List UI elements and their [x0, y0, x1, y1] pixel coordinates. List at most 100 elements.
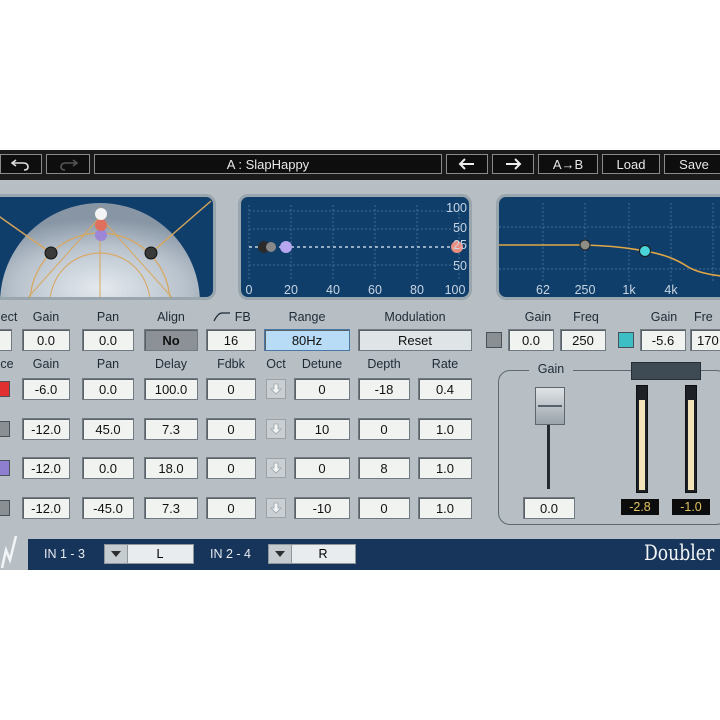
meter-header-bar	[631, 362, 701, 380]
load-button[interactable]: Load	[602, 154, 660, 174]
filter1-freq-label: Freq	[573, 310, 599, 324]
voice-4-color-swatch[interactable]	[0, 500, 10, 516]
arrow-right-icon	[506, 158, 522, 170]
voice-4-pan-node[interactable]	[44, 246, 58, 260]
arrow-down-icon	[270, 383, 282, 395]
voice-4-octave-button[interactable]	[266, 498, 286, 518]
range-field[interactable]: 80Hz	[264, 329, 350, 351]
voice-2-delay-field[interactable]: 7.3	[144, 418, 198, 440]
align-label: Align	[157, 310, 185, 324]
voice-3-rate-field[interactable]: 1.0	[418, 457, 472, 479]
ab-compare-button[interactable]: A→B	[538, 154, 598, 174]
input-2-4-select[interactable]: R	[268, 544, 356, 564]
redo-icon	[60, 159, 78, 171]
voice-1-detune-field[interactable]: 0	[294, 378, 350, 400]
voice-3-fdbk-field[interactable]: 0	[206, 457, 256, 479]
align-button[interactable]: No	[144, 329, 198, 351]
direct-pan-node[interactable]	[95, 208, 107, 220]
voice-1-color-swatch[interactable]	[0, 381, 10, 397]
fb-field[interactable]: 16	[206, 329, 256, 351]
previous-preset-button[interactable]	[446, 154, 488, 174]
fb-label-text: FB	[234, 310, 251, 324]
filter2-gain-label: Gain	[650, 310, 678, 324]
next-preset-button[interactable]	[492, 154, 534, 174]
preset-name-display[interactable]: A : SlapHappy	[94, 154, 442, 174]
voice-1-delay-field[interactable]: 100.0	[144, 378, 198, 400]
voice-3-depth-field[interactable]: 8	[358, 457, 410, 479]
voice-2-pan-node[interactable]	[144, 246, 158, 260]
filter2-freq-field[interactable]: 170	[690, 329, 720, 351]
direct-pan-label: Pan	[96, 310, 120, 324]
eq-node-low[interactable]	[579, 239, 591, 251]
input-1-3-select[interactable]: L	[104, 544, 194, 564]
filter2-enable-swatch[interactable]	[618, 332, 634, 348]
voice-1-depth-field[interactable]: -18	[358, 378, 410, 400]
input-2-4-dropdown-button[interactable]	[269, 545, 292, 563]
voice-2-rate-field[interactable]: 1.0	[418, 418, 472, 440]
voice-3-octave-button[interactable]	[266, 458, 286, 478]
input-1-3-dropdown-button[interactable]	[105, 545, 128, 563]
filter1-gain-field[interactable]: 0.0	[508, 329, 554, 351]
routing-bar: IN 1 - 3 L IN 2 - 4 R Doubler	[28, 539, 720, 570]
voice-rate-col-label: Rate	[431, 357, 459, 371]
voice-2-pan-field[interactable]: 45.0	[82, 418, 134, 440]
modulation-reset-button[interactable]: Reset	[358, 329, 472, 351]
eq-display[interactable]: 62 250 1k 4k	[496, 194, 720, 300]
eq-x-tick: 62	[536, 283, 550, 297]
save-button[interactable]: Save	[664, 154, 720, 174]
filter1-freq-field[interactable]: 250	[560, 329, 606, 351]
delay-node-purple[interactable]	[280, 241, 292, 253]
voice-1-octave-button[interactable]	[266, 379, 286, 399]
voice-3-color-swatch[interactable]	[0, 460, 10, 476]
voice-depth-col-label: Depth	[367, 357, 401, 371]
voice-2-gain-field[interactable]: -12.0	[22, 418, 70, 440]
voice-4-delay-field[interactable]: 7.3	[144, 497, 198, 519]
undo-button[interactable]	[0, 154, 42, 174]
voice-4-detune-field[interactable]: -10	[294, 497, 350, 519]
voice-3-gain-field[interactable]: -12.0	[22, 457, 70, 479]
voice-2-depth-field[interactable]: 0	[358, 418, 410, 440]
direct-pan-field[interactable]: 0.0	[82, 329, 134, 351]
filter1-enable-swatch[interactable]	[486, 332, 502, 348]
voice-1-gain-field[interactable]: -6.0	[22, 378, 70, 400]
output-gain-label: Gain	[529, 362, 573, 376]
delay-x-tick: 0	[246, 283, 253, 297]
voice-delay-col-label: Delay	[155, 357, 187, 371]
voice-2-fdbk-field[interactable]: 0	[206, 418, 256, 440]
input-2-4-value: R	[318, 547, 328, 561]
voice-1-pan-field[interactable]: 0.0	[82, 378, 134, 400]
voice-2-color-swatch[interactable]	[0, 421, 10, 437]
voice-4-gain-field[interactable]: -12.0	[22, 497, 70, 519]
delay-y-tick: 50	[453, 259, 467, 273]
input-1-3-value: L	[156, 547, 164, 561]
voice-fdbk-col-label: Fdbk	[217, 357, 245, 371]
delay-display[interactable]: 0 20 40 60 80 100 100 50 25 50	[238, 194, 472, 300]
voice-3-detune-field[interactable]: 0	[294, 457, 350, 479]
fb-label: FB	[210, 310, 254, 324]
voice-1-fdbk-field[interactable]: 0	[206, 378, 256, 400]
output-gain-field[interactable]: 0.0	[523, 497, 575, 519]
delay-x-tick: 20	[284, 283, 298, 297]
arrow-left-icon	[458, 158, 474, 170]
voice-4-fdbk-field[interactable]: 0	[206, 497, 256, 519]
voice-4-depth-field[interactable]: 0	[358, 497, 410, 519]
voice-1-pan-node[interactable]	[95, 219, 107, 231]
direct-select-swatch[interactable]	[0, 329, 12, 351]
redo-button[interactable]	[46, 154, 90, 174]
voice-3-delay-field[interactable]: 18.0	[144, 457, 198, 479]
voice-1-rate-field[interactable]: 0.4	[418, 378, 472, 400]
gain-fader-handle[interactable]	[535, 387, 565, 425]
direct-gain-label: Gain	[32, 310, 60, 324]
pan-display[interactable]	[0, 194, 216, 300]
voice-3-pan-field[interactable]: 0.0	[82, 457, 134, 479]
voice-4-rate-field[interactable]: 1.0	[418, 497, 472, 519]
voice-2-detune-field[interactable]: 10	[294, 418, 350, 440]
voice-2-octave-button[interactable]	[266, 419, 286, 439]
filter2-freq-label: Fre	[694, 310, 713, 324]
filter2-gain-field[interactable]: -5.6	[640, 329, 686, 351]
waves-logo-icon	[0, 535, 18, 569]
direct-gain-field[interactable]: 0.0	[22, 329, 70, 351]
eq-node-high[interactable]	[639, 245, 651, 257]
delay-y-tick: 25	[453, 238, 467, 252]
voice-4-pan-field[interactable]: -45.0	[82, 497, 134, 519]
